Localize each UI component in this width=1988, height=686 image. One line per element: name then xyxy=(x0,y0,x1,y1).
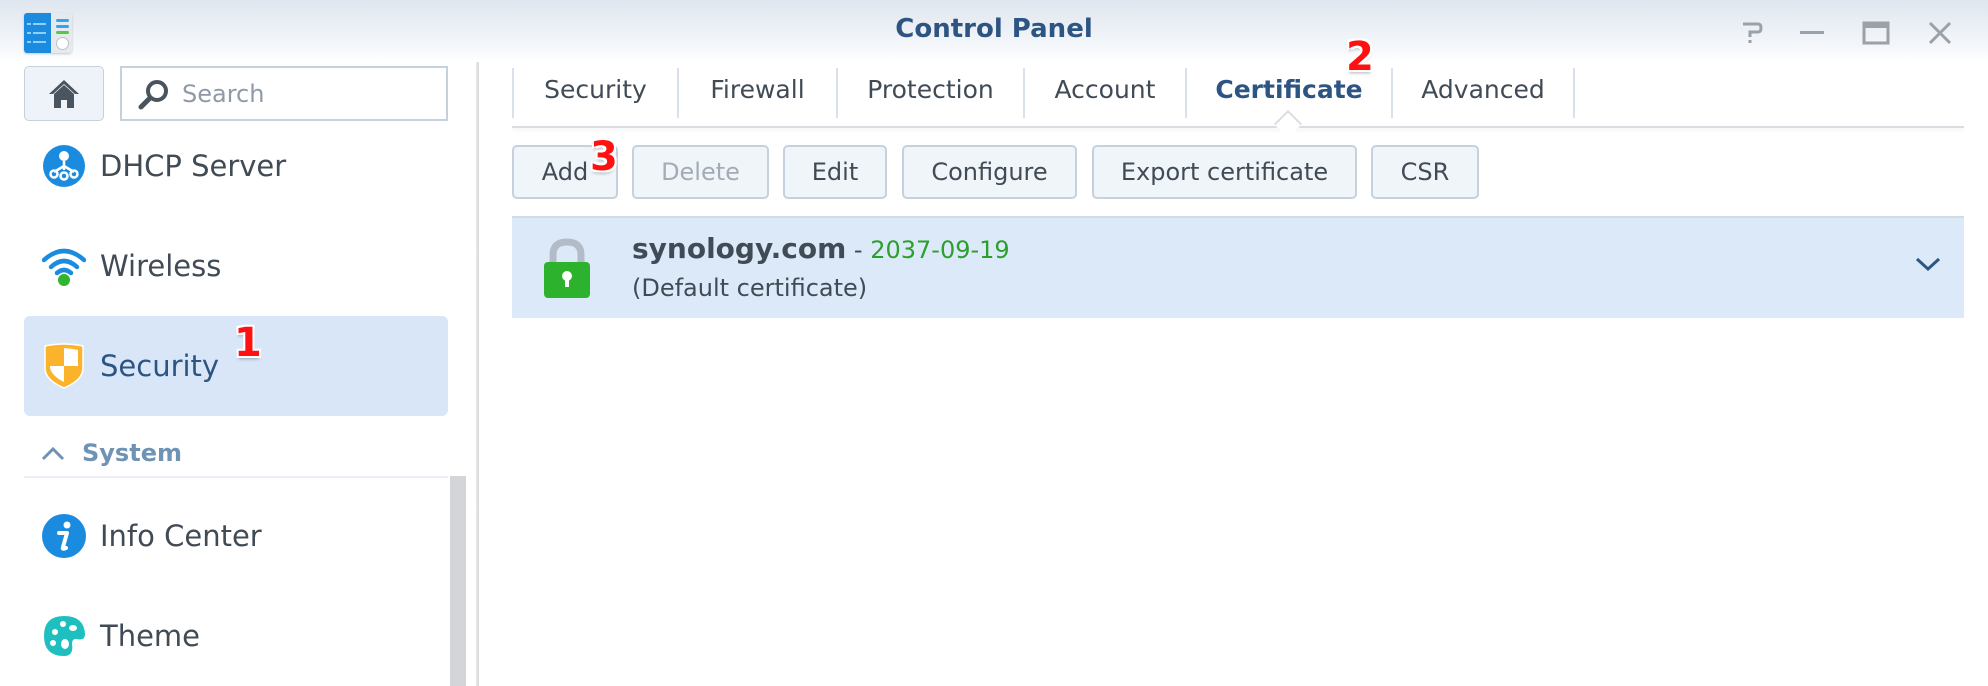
certificate-title: synology.com - 2037-09-19 xyxy=(632,232,1010,265)
tab-separator xyxy=(1573,68,1575,118)
edit-button[interactable]: Edit xyxy=(783,145,887,199)
search-icon xyxy=(138,79,168,109)
certificate-separator: - xyxy=(846,236,871,264)
chevron-down-icon[interactable] xyxy=(1914,254,1942,278)
sidebar-item-label: Security xyxy=(100,349,220,383)
chevron-up-icon xyxy=(41,446,65,461)
sidebar: DHCP Server Wireless Security 1 Syste xyxy=(0,62,478,686)
search-field[interactable] xyxy=(120,66,448,121)
info-icon xyxy=(42,514,86,558)
tab-firewall[interactable]: Firewall xyxy=(679,62,836,117)
window-title: Control Panel xyxy=(895,14,1093,44)
wireless-icon xyxy=(42,244,86,288)
sidebar-scrollbar[interactable] xyxy=(450,476,466,686)
tab-account[interactable]: Account xyxy=(1025,62,1185,117)
certificate-expiry: 2037-09-19 xyxy=(870,236,1010,264)
sidebar-item-label: Wireless xyxy=(100,249,222,283)
configure-button[interactable]: Configure xyxy=(902,145,1077,199)
search-input[interactable] xyxy=(182,79,432,108)
certificate-note: (Default certificate) xyxy=(632,274,868,302)
home-icon xyxy=(49,79,79,108)
sidebar-item-theme[interactable]: Theme xyxy=(24,586,448,686)
sidebar-item-label: Info Center xyxy=(100,519,262,553)
title-bar: Control Panel xyxy=(0,0,1988,62)
section-header-system[interactable]: System xyxy=(24,430,448,478)
sidebar-item-dhcp-server[interactable]: DHCP Server xyxy=(24,116,448,216)
close-button[interactable] xyxy=(1925,18,1955,48)
sidebar-item-info-center[interactable]: Info Center xyxy=(24,486,448,586)
help-icon xyxy=(1743,22,1763,43)
close-icon xyxy=(1928,21,1952,45)
maximize-icon xyxy=(1862,21,1890,45)
minimize-icon xyxy=(1800,31,1824,34)
certificate-row[interactable]: synology.com - 2037-09-19 (Default certi… xyxy=(512,216,1964,318)
csr-button[interactable]: CSR xyxy=(1371,145,1479,199)
tab-protection[interactable]: Protection xyxy=(838,62,1023,117)
help-button[interactable] xyxy=(1736,18,1766,48)
maximize-button[interactable] xyxy=(1860,18,1890,48)
tab-security[interactable]: Security xyxy=(514,62,677,117)
security-shield-icon xyxy=(42,343,86,389)
section-label: System xyxy=(82,439,182,467)
sidebar-item-label: DHCP Server xyxy=(100,149,287,183)
tab-bar: Security Firewall Protection Account Cer… xyxy=(512,62,1964,127)
annotation-step-3: 3 xyxy=(590,134,618,180)
dhcp-server-icon xyxy=(42,144,86,188)
tab-advanced[interactable]: Advanced xyxy=(1393,62,1573,117)
sidebar-item-wireless[interactable]: Wireless xyxy=(24,216,448,316)
minimize-button[interactable] xyxy=(1796,18,1826,48)
panel-divider[interactable] xyxy=(476,62,479,686)
home-button[interactable] xyxy=(24,66,104,121)
delete-button[interactable]: Delete xyxy=(632,145,769,199)
export-certificate-button[interactable]: Export certificate xyxy=(1092,145,1357,199)
lock-icon xyxy=(544,238,590,304)
annotation-step-1: 1 xyxy=(234,320,262,366)
tab-underline xyxy=(512,126,1964,128)
certificate-domain: synology.com xyxy=(632,232,847,265)
palette-icon xyxy=(42,614,86,658)
annotation-step-2: 2 xyxy=(1346,34,1374,80)
sidebar-item-label: Theme xyxy=(100,619,201,653)
